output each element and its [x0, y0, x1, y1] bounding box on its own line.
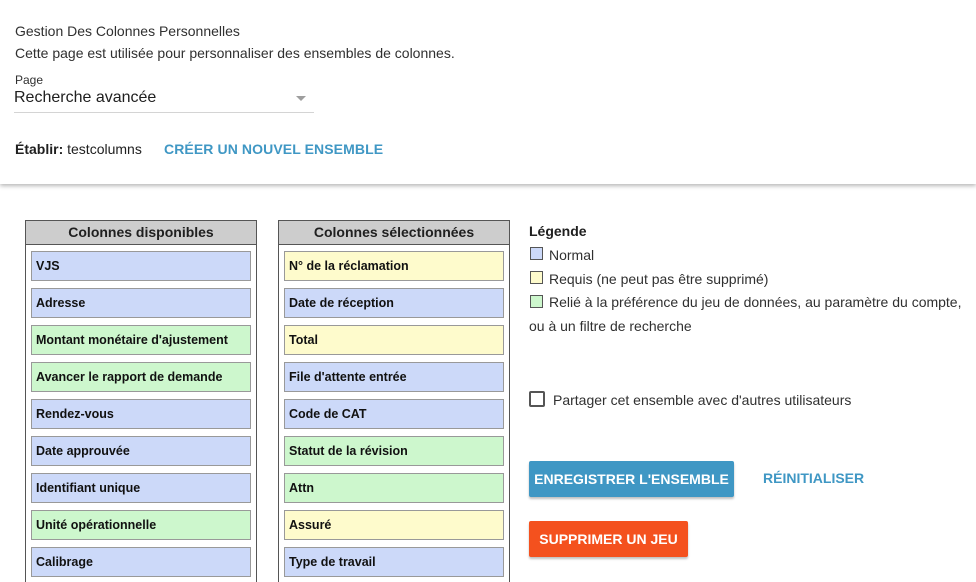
current-set-value: testcolumns [67, 141, 142, 157]
available-column-item[interactable]: Adresse [31, 288, 251, 318]
selected-column-item[interactable]: Code de CAT [284, 399, 504, 429]
current-set: Établir: testcolumns [15, 141, 142, 157]
legend-swatch-normal [530, 247, 543, 260]
selected-column-item[interactable]: Statut de la révision [284, 436, 504, 466]
selected-column-item[interactable]: Type de travail [284, 547, 504, 577]
share-set-label: Partager cet ensemble avec d'autres util… [553, 392, 852, 408]
legend-title: Légende [529, 223, 587, 239]
available-column-item[interactable]: Avancer le rapport de demande [31, 362, 251, 392]
available-column-item[interactable]: Date approuvée [31, 436, 251, 466]
selected-columns-title: Colonnes sélectionnées [279, 221, 509, 245]
save-set-button[interactable]: ENREGISTRER L'ENSEMBLE [529, 461, 734, 497]
available-column-item[interactable]: Montant monétaire d'ajustement [31, 325, 251, 355]
current-set-label: Établir: [15, 141, 64, 157]
page-select-label: Page [15, 73, 44, 87]
selected-column-item[interactable]: N° de la réclamation [284, 251, 504, 281]
legend-normal-label: Normal [549, 247, 595, 263]
page-select[interactable]: Recherche avancée [14, 86, 314, 113]
selected-column-item[interactable]: Assuré [284, 510, 504, 540]
legend-required-label: Requis (ne peut pas être supprimé) [549, 271, 769, 287]
available-column-item[interactable]: Unité opérationnelle [31, 510, 251, 540]
create-new-set-link[interactable]: CRÉER UN NOUVEL ENSEMBLE [164, 141, 383, 157]
available-column-item[interactable]: Rendez-vous [31, 399, 251, 429]
selected-column-item[interactable]: Total [284, 325, 504, 355]
page-title: Gestion Des Colonnes Personnelles [15, 23, 240, 39]
available-column-item[interactable]: VJS [31, 251, 251, 281]
available-column-item[interactable]: Identifiant unique [31, 473, 251, 503]
page-description: Cette page est utilisée pour personnalis… [15, 45, 455, 61]
selected-column-item[interactable]: File d'attente entrée [284, 362, 504, 392]
available-columns-panel: Colonnes disponibles VJS Adresse Montant… [25, 220, 257, 582]
selected-column-item[interactable]: Date de réception [284, 288, 504, 318]
reset-button[interactable]: RÉINITIALISER [763, 470, 864, 486]
chevron-down-icon [296, 96, 306, 101]
available-columns-title: Colonnes disponibles [26, 221, 256, 245]
share-set-checkbox[interactable] [529, 391, 545, 407]
legend-swatch-required [530, 271, 543, 284]
available-column-item[interactable]: Calibrage [31, 547, 251, 577]
selected-columns-panel: Colonnes sélectionnées N° de la réclamat… [278, 220, 510, 582]
page-select-value: Recherche avancée [14, 89, 157, 106]
legend-linked-label: Relié à la préférence du jeu de données,… [529, 294, 962, 334]
selected-column-item[interactable]: Attn [284, 473, 504, 503]
delete-set-button[interactable]: SUPPRIMER UN JEU [529, 521, 688, 557]
page-header: Gestion Des Colonnes Personnelles Cette … [0, 0, 976, 184]
